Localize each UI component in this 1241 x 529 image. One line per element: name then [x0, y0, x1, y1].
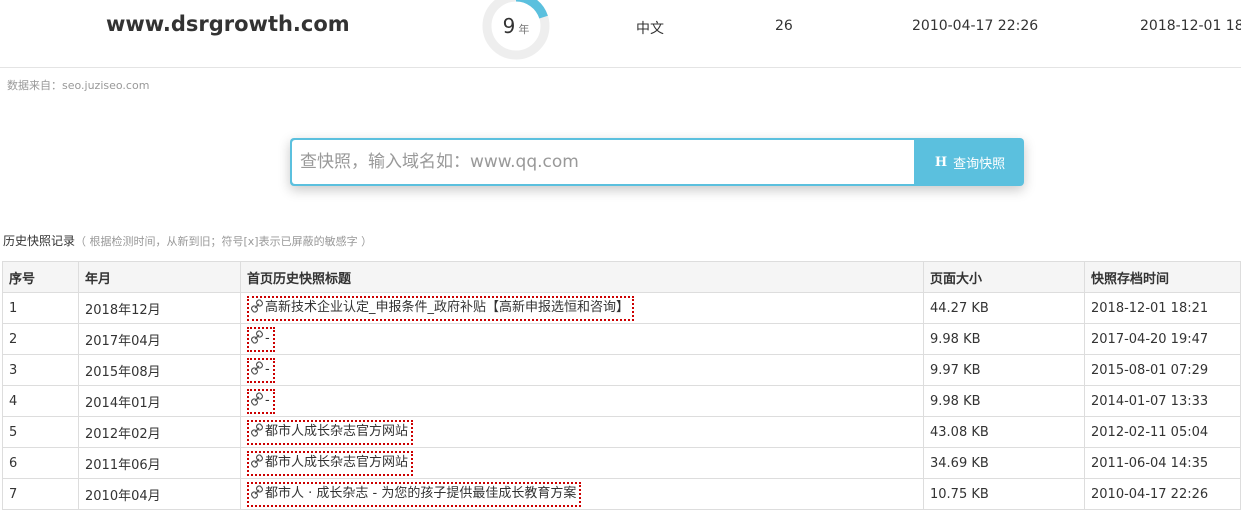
row-page-size: 9.97 KB	[923, 354, 1085, 386]
table-row: 1 2018年12月 高新技术企业认定_申报条件_政府补贴【高新申报选恒和咨询】 44…	[2, 292, 1241, 324]
row-title-cell: 都市人成长杂志官方网站	[240, 416, 924, 448]
link-icon	[250, 453, 264, 473]
row-title-cell: 都市人 · 成长杂志 - 为您的孩子提供最佳成长教育方案	[240, 478, 924, 510]
snapshot-link[interactable]: 都市人成长杂志官方网站	[247, 450, 414, 476]
column-header-month: 年月	[78, 261, 241, 293]
table-row: 7 2010年04月 都市人 · 成长杂志 - 为您的孩子提供最佳成长教育方案 10.…	[2, 478, 1241, 510]
row-year-month: 2010年04月	[78, 478, 241, 510]
data-source-note: 数据来自：seo.juziseo.com	[7, 79, 150, 92]
row-page-size: 9.98 KB	[923, 385, 1085, 417]
link-icon	[250, 422, 264, 442]
row-title-cell: 高新技术企业认定_申报条件_政府补贴【高新申报选恒和咨询】	[240, 292, 924, 324]
row-archive-time: 2017-04-20 19:47	[1084, 323, 1241, 355]
table-row: 4 2014年01月 - 9.98 KB 2014-01-07 13:33	[2, 385, 1241, 417]
column-header-size: 页面大小	[923, 261, 1085, 293]
link-icon	[250, 484, 264, 504]
row-archive-time: 2015-08-01 07:29	[1084, 354, 1241, 386]
history-table: 序号 年月 首页历史快照标题 页面大小 快照存档时间 1 2018年12月 高新技术…	[2, 261, 1241, 510]
column-header-index: 序号	[2, 261, 79, 293]
snapshot-link[interactable]: 都市人 · 成长杂志 - 为您的孩子提供最佳成长教育方案	[247, 481, 582, 507]
row-page-size: 34.69 KB	[923, 447, 1085, 479]
table-row: 6 2011年06月 都市人成长杂志官方网站 34.69 KB 2011-06-04 1…	[2, 447, 1241, 479]
row-index: 4	[2, 385, 79, 417]
search-bar: H 查询快照	[290, 138, 1024, 186]
row-archive-time: 2014-01-07 13:33	[1084, 385, 1241, 417]
link-icon	[250, 360, 264, 380]
row-index: 2	[2, 323, 79, 355]
history-heading: 历史快照记录（ 根据检测时间，从新到旧；符号[x]表示已屏蔽的敏感字 ）	[3, 232, 372, 249]
snapshot-title: 高新技术企业认定_申报条件_政府补贴【高新申报选恒和咨询】	[265, 300, 630, 315]
row-title-cell: 都市人成长杂志官方网站	[240, 447, 924, 479]
history-title: 历史快照记录	[3, 234, 76, 248]
snapshot-title: -	[265, 393, 270, 408]
age-value: 9	[502, 14, 516, 38]
row-index: 6	[2, 447, 79, 479]
row-index: 3	[2, 354, 79, 386]
row-year-month: 2015年08月	[78, 354, 241, 386]
row-index: 1	[2, 292, 79, 324]
last-snapshot-date: 2018-12-01 18:2	[1140, 18, 1241, 34]
snapshot-title: 都市人 · 成长杂志 - 为您的孩子提供最佳成长教育方案	[265, 486, 577, 501]
snapshot-title: 都市人成长杂志官方网站	[265, 424, 409, 439]
column-header-time: 快照存档时间	[1084, 261, 1241, 293]
row-page-size: 10.75 KB	[923, 478, 1085, 510]
row-page-size: 43.08 KB	[923, 416, 1085, 448]
snapshot-link[interactable]: -	[247, 357, 275, 383]
search-input[interactable]	[292, 140, 914, 184]
snapshot-link[interactable]: -	[247, 326, 275, 352]
age-unit: 年	[518, 23, 530, 36]
row-archive-time: 2010-04-17 22:26	[1084, 478, 1241, 510]
domain-name: www.dsrgrowth.com	[106, 12, 350, 36]
row-archive-time: 2018-12-01 18:21	[1084, 292, 1241, 324]
snapshot-title: -	[265, 331, 270, 346]
row-year-month: 2012年02月	[78, 416, 241, 448]
row-title-cell: -	[240, 323, 924, 355]
record-count: 26	[775, 18, 793, 34]
row-year-month: 2014年01月	[78, 385, 241, 417]
row-title-cell: -	[240, 354, 924, 386]
column-header-title: 首页历史快照标题	[240, 261, 924, 293]
h-icon: H	[934, 154, 948, 170]
language-value: 中文	[636, 21, 664, 37]
row-archive-time: 2012-02-11 05:04	[1084, 416, 1241, 448]
snapshot-title: -	[265, 362, 270, 377]
snapshot-link[interactable]: 都市人成长杂志官方网站	[247, 419, 414, 445]
first-snapshot-date: 2010-04-17 22:26	[912, 18, 1039, 34]
domain-summary-row: www.dsrgrowth.com 9年 中文 26 2010-04-17 22…	[0, 0, 1241, 68]
row-archive-time: 2011-06-04 14:35	[1084, 447, 1241, 479]
row-year-month: 2011年06月	[78, 447, 241, 479]
link-icon	[250, 298, 264, 318]
age-label: 9年	[482, 0, 550, 60]
snapshot-link[interactable]: 高新技术企业认定_申报条件_政府补贴【高新申报选恒和咨询】	[247, 295, 635, 321]
row-title-cell: -	[240, 385, 924, 417]
row-index: 7	[2, 478, 79, 510]
table-row: 2 2017年04月 - 9.98 KB 2017-04-20 19:47	[2, 323, 1241, 355]
row-page-size: 9.98 KB	[923, 323, 1085, 355]
table-header-row: 序号 年月 首页历史快照标题 页面大小 快照存档时间	[2, 261, 1241, 293]
link-icon	[250, 329, 264, 349]
snapshot-link[interactable]: -	[247, 388, 275, 414]
row-year-month: 2018年12月	[78, 292, 241, 324]
row-page-size: 44.27 KB	[923, 292, 1085, 324]
table-row: 3 2015年08月 - 9.97 KB 2015-08-01 07:29	[2, 354, 1241, 386]
table-row: 5 2012年02月 都市人成长杂志官方网站 43.08 KB 2012-02-11 0…	[2, 416, 1241, 448]
row-index: 5	[2, 416, 79, 448]
history-note: （ 根据检测时间，从新到旧；符号[x]表示已屏蔽的敏感字 ）	[75, 235, 373, 248]
search-snapshot-button[interactable]: H 查询快照	[916, 138, 1024, 186]
link-icon	[250, 391, 264, 411]
row-year-month: 2017年04月	[78, 323, 241, 355]
search-button-label: 查询快照	[953, 156, 1006, 172]
snapshot-title: 都市人成长杂志官方网站	[265, 455, 409, 470]
